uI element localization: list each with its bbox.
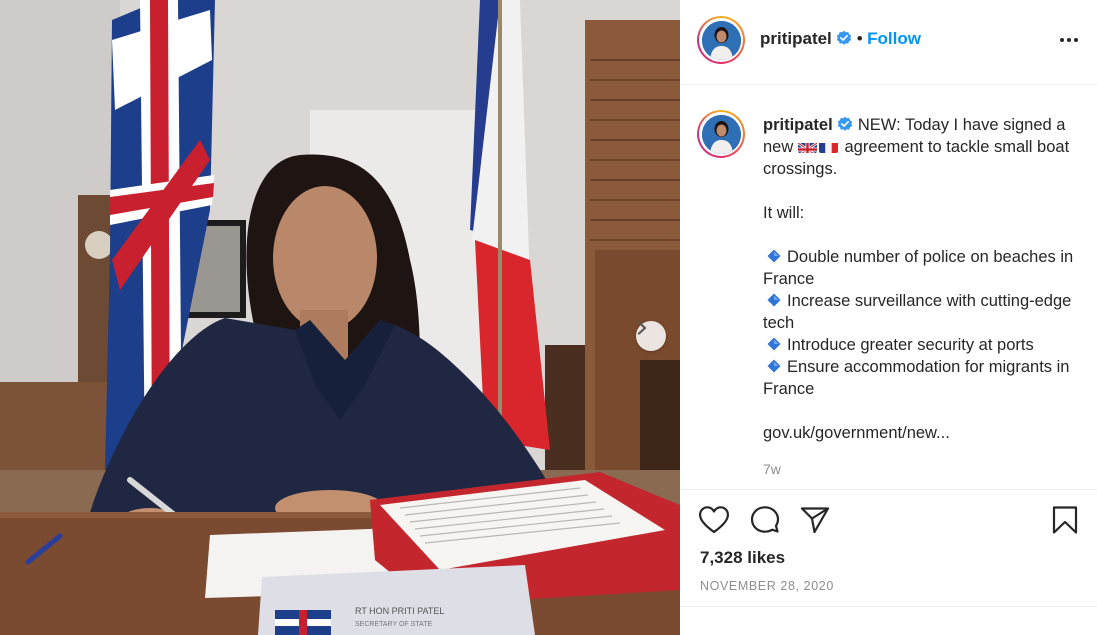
nameplate-line2: SECRETARY OF STATE [355, 621, 432, 628]
caption-bullet: Increase surveillance with cutting-edge … [763, 292, 1076, 332]
comment-button[interactable] [749, 505, 781, 540]
avatar-image [701, 20, 741, 60]
next-photo-button[interactable] [636, 321, 666, 351]
follow-button[interactable]: Follow [867, 29, 921, 48]
like-button[interactable] [698, 505, 730, 540]
caption-avatar[interactable] [697, 110, 745, 158]
caption-username[interactable]: pritipatel [763, 116, 833, 134]
blue-diamond-icon [767, 249, 781, 263]
header-user-line: pritipatel • Follow [760, 29, 921, 49]
post-actions: 7,328 likes NOVEMBER 28, 2020 [680, 489, 1097, 635]
caption-bullet: Ensure accommodation for migrants in Fra… [763, 358, 1075, 398]
more-options-button[interactable] [1059, 30, 1079, 48]
comment-icon [750, 506, 780, 533]
caption-text: pritipatel NEW: Today I have signed a ne… [763, 114, 1085, 444]
verified-badge-icon [838, 116, 853, 131]
photo-illustration: RT HON PRITI PATEL SECRETARY OF STATE [0, 0, 680, 635]
post-header: pritipatel • Follow [680, 0, 1097, 85]
share-icon [800, 507, 830, 534]
caption-link[interactable]: gov.uk/government/new... [763, 424, 950, 442]
share-button[interactable] [799, 505, 831, 540]
divider [680, 606, 1097, 607]
bookmark-icon [1052, 506, 1078, 534]
post-date: NOVEMBER 28, 2020 [700, 579, 834, 593]
post-time[interactable]: 7w [763, 461, 781, 477]
nameplate-line1: RT HON PRITI PATEL [355, 606, 444, 616]
france-flag-icon [818, 140, 838, 153]
verified-badge-icon [837, 30, 852, 45]
save-button[interactable] [1051, 505, 1079, 540]
avatar[interactable] [697, 16, 745, 64]
separator-dot: • [856, 29, 863, 48]
username[interactable]: pritipatel [760, 29, 832, 48]
post-photo[interactable]: RT HON PRITI PATEL SECRETARY OF STATE [0, 0, 680, 635]
blue-diamond-icon [767, 337, 781, 351]
more-options-icon [1060, 38, 1078, 42]
caption-bullet: Introduce greater security at ports [763, 336, 1034, 354]
blue-diamond-icon [767, 293, 781, 307]
next-arrow-icon [637, 321, 647, 335]
caption-avatar-image [701, 114, 741, 154]
post-side-panel: pritipatel • Follow pritipatel NEW: Toda… [680, 0, 1097, 635]
heart-icon [699, 506, 729, 534]
uk-flag-icon [797, 140, 817, 153]
caption-area: pritipatel NEW: Today I have signed a ne… [680, 86, 1097, 489]
caption-bullet: Double number of police on beaches in Fr… [763, 248, 1078, 288]
likes-count[interactable]: 7,328 likes [700, 548, 785, 568]
blue-diamond-icon [767, 359, 781, 373]
caption-it-will: It will: [763, 204, 805, 222]
